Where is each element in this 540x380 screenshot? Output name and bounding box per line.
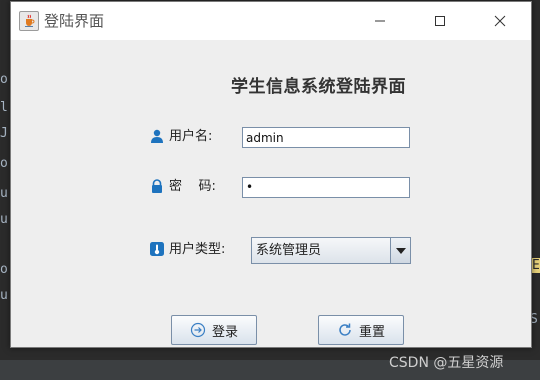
reset-button[interactable]: 重置	[318, 315, 404, 345]
user-icon	[151, 129, 163, 143]
page-heading: 学生信息系统登陆界面	[231, 77, 406, 97]
minimize-icon	[375, 20, 385, 22]
arrow-right-circle-icon	[190, 322, 206, 338]
password-label: 密 码:	[169, 179, 216, 194]
background-code-fragment: or	[0, 72, 10, 87]
window-title: 登陆界面	[44, 12, 105, 30]
maximize-button[interactable]	[417, 2, 463, 40]
background-code-fragment: or	[0, 262, 10, 277]
usertype-label: 用户类型:	[169, 242, 226, 257]
background-code-fragment: u	[0, 186, 8, 201]
username-label: 用户名:	[169, 129, 213, 144]
usertype-select[interactable]: 系统管理员	[251, 237, 411, 264]
title-bar[interactable]: 登陆界面	[11, 2, 531, 40]
chevron-down-icon	[395, 247, 406, 254]
refresh-icon	[339, 323, 351, 336]
minimize-button[interactable]	[357, 2, 403, 40]
login-button[interactable]: 登录	[171, 315, 257, 345]
maximize-icon	[435, 16, 445, 26]
lock-icon	[152, 179, 162, 193]
login-button-label: 登录	[211, 324, 238, 340]
dropdown-arrow-button[interactable]	[390, 238, 410, 263]
login-window: 登陆界面 学生信息系统登陆界面 用户名: 密 码: • 用户类型: 系统管理员	[10, 1, 532, 348]
usertype-selected-value: 系统管理员	[256, 243, 322, 258]
background-code-fragment: u	[0, 212, 8, 227]
background-code-fragment: or	[0, 156, 10, 171]
thermometer-icon	[150, 242, 164, 256]
background-code-fragment: u	[0, 288, 8, 303]
background-code-fragment: l	[0, 100, 8, 115]
username-input[interactable]	[242, 127, 410, 148]
java-cup-icon	[19, 11, 39, 31]
close-button[interactable]	[477, 2, 523, 40]
password-input[interactable]: •	[242, 177, 410, 198]
background-code-fragment: J	[0, 126, 8, 141]
background-code-fragment: E	[532, 258, 540, 273]
watermark-text: CSDN @五星资源	[389, 355, 504, 371]
reset-button-label: 重置	[358, 324, 385, 340]
close-icon	[494, 15, 506, 27]
